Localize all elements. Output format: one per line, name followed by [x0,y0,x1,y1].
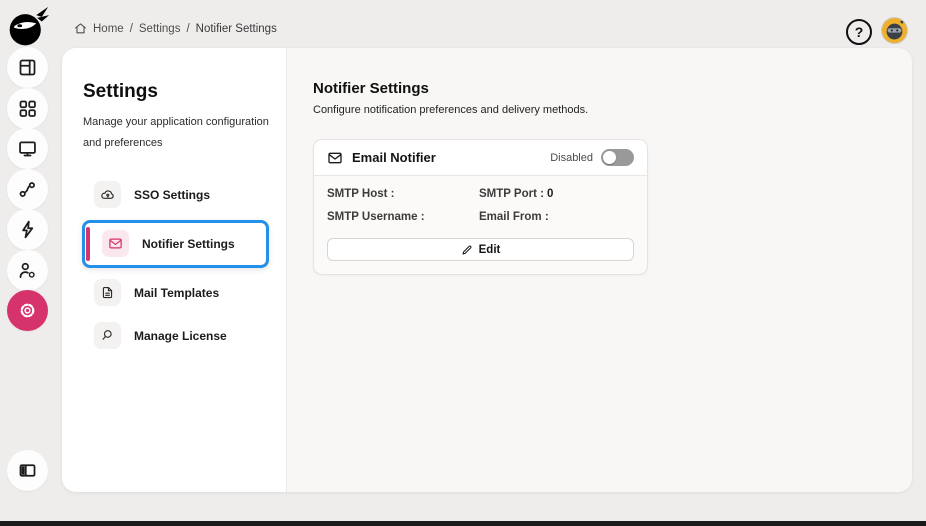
nav-item-notifier-settings[interactable]: Notifier Settings [82,219,269,268]
cloud-lock-icon [94,181,121,209]
window-bottom-edge [0,521,926,526]
route-branch-icon[interactable] [7,169,48,210]
file-text-icon [94,279,121,307]
toggle-knob [603,151,616,164]
settings-subtitle: Manage your application configuration an… [83,116,269,149]
field-label: SMTP Host : [327,188,395,200]
user-gear-icon[interactable] [7,250,48,291]
help-glyph: ? [854,24,864,40]
magnifier-icon [94,322,121,350]
nav-item-label: Notifier Settings [142,236,235,251]
mail-icon [102,230,129,258]
card-title: Email Notifier [352,150,436,165]
main-panel: Settings Manage your application configu… [62,48,912,492]
notifier-settings-content: Notifier Settings Configure notification… [287,48,912,492]
card-body: SMTP Host : SMTP Port :0 SMTP Username :… [314,175,647,274]
edit-button[interactable]: Edit [327,238,634,261]
breadcrumb-home[interactable]: Home [93,23,124,35]
page-subtitle: Configure notification preferences and d… [313,104,589,116]
nav-item-label: Manage License [134,328,227,343]
settings-title: Settings [83,81,158,102]
app-logo-ninja[interactable] [6,5,50,49]
field-label: Email From : [479,211,549,223]
field-label: SMTP Port : [479,188,544,200]
field-smtp-username: SMTP Username : [327,211,479,223]
toggle-group: Disabled [550,149,634,166]
field-smtp-host: SMTP Host : [327,188,479,200]
smtp-fields: SMTP Host : SMTP Port :0 SMTP Username :… [327,188,634,223]
user-avatar[interactable] [882,18,907,43]
email-notifier-toggle[interactable] [601,149,634,166]
desktop-monitor-icon[interactable] [7,128,48,169]
nav-item-sso-settings[interactable]: SSO Settings [83,176,269,214]
dashboard-layout-icon[interactable] [7,47,48,88]
breadcrumb-separator: / [186,22,190,35]
toggle-label: Disabled [550,151,593,164]
nav-item-manage-license[interactable]: Manage License [83,317,269,355]
pencil-icon [462,244,472,254]
breadcrumb-notifier-settings: Notifier Settings [195,22,277,35]
field-label: SMTP Username : [327,211,425,223]
nav-item-label: Mail Templates [134,285,220,300]
settings-gear-icon[interactable] [7,290,48,331]
field-email-from: Email From : [479,211,634,223]
field-value: 0 [546,188,554,200]
card-header: Email Notifier Disabled [314,140,647,175]
panel-left-icon[interactable] [7,450,48,491]
breadcrumb: Home / Settings / Notifier Settings [74,22,277,35]
settings-nav-list: SSO Settings Notifier Settings Mail Temp… [82,176,269,360]
lightning-bolt-icon[interactable] [7,209,48,250]
nav-item-mail-templates[interactable]: Mail Templates [83,274,269,312]
nav-item-label: SSO Settings [134,187,211,202]
field-smtp-port: SMTP Port :0 [479,188,634,200]
mail-icon [328,152,342,163]
icon-rail [0,0,56,526]
breadcrumb-separator: / [129,22,133,35]
email-notifier-card: Email Notifier Disabled SMTP Host : SMTP… [313,139,648,275]
help-icon[interactable]: ? [846,19,872,45]
edit-button-label: Edit [478,243,501,256]
home-icon [75,23,86,34]
settings-nav: Settings Manage your application configu… [62,48,287,492]
breadcrumb-settings[interactable]: Settings [139,23,181,35]
apps-grid-icon[interactable] [7,88,48,129]
page-title: Notifier Settings [313,80,429,97]
